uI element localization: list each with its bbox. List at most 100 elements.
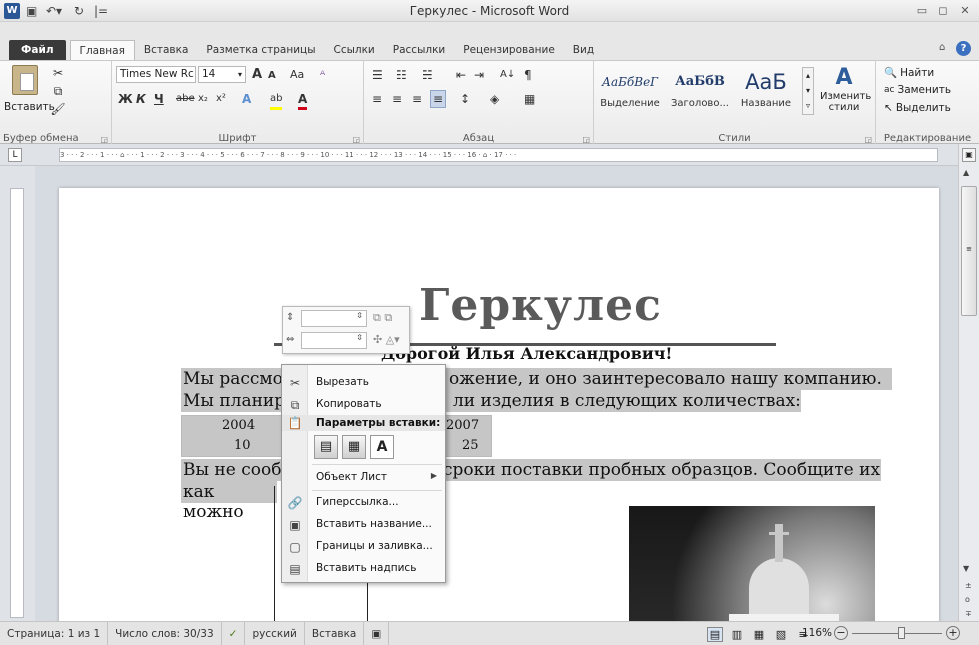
change-case-icon[interactable]: Aa xyxy=(290,67,304,83)
paragraph-launcher-icon[interactable]: ◲ xyxy=(582,135,590,144)
highlight-icon[interactable]: ab xyxy=(270,91,283,110)
full-screen-reading-icon[interactable]: ▥ xyxy=(729,628,745,641)
bold-icon[interactable]: Ж xyxy=(118,91,133,107)
row-height-input[interactable]: ⇳ xyxy=(301,310,367,327)
maximize-button[interactable]: ◻ xyxy=(934,3,952,18)
grow-font-icon[interactable]: A xyxy=(252,67,262,83)
change-styles-button[interactable]: A Изменить стили xyxy=(820,65,871,113)
paste-text-only-icon[interactable]: A xyxy=(370,435,394,459)
tab-mailings[interactable]: Рассылки xyxy=(384,40,454,60)
church-photo[interactable] xyxy=(629,506,875,621)
document-page[interactable]: Геркулес Дорогой Илья Александрович! Мы … xyxy=(59,188,939,621)
bullets-icon[interactable]: ☰ xyxy=(372,67,383,83)
select-button[interactable]: ↖ Выделить xyxy=(884,102,951,114)
justify-icon[interactable]: ≡ xyxy=(430,90,446,108)
menu-item-object[interactable]: Объект Лист ▶ xyxy=(282,467,445,489)
align-left-icon[interactable]: ≡ xyxy=(372,91,382,107)
word-count[interactable]: Число слов: 30/33 xyxy=(108,621,222,645)
web-layout-icon[interactable]: ▦ xyxy=(751,628,767,641)
superscript-icon[interactable]: x² xyxy=(216,91,226,107)
insert-mode[interactable]: Вставка xyxy=(305,621,365,645)
col-width-input[interactable]: ⇳ xyxy=(301,332,367,349)
style-title[interactable]: АаБ Название xyxy=(732,66,800,114)
minimize-button[interactable]: ▭ xyxy=(913,3,931,18)
help-icon[interactable]: ? xyxy=(956,41,971,56)
zoom-out-icon[interactable]: − xyxy=(834,626,848,640)
tab-references[interactable]: Ссылки xyxy=(324,40,383,60)
font-color-icon[interactable]: A xyxy=(298,91,308,110)
macro-record-icon[interactable]: ▣ xyxy=(364,621,390,645)
tab-insert[interactable]: Вставка xyxy=(135,40,198,60)
style-emphasis[interactable]: АаБбВеГ Выделение xyxy=(596,66,664,114)
paste-icon[interactable] xyxy=(12,65,38,95)
print-layout-icon[interactable]: ▤ xyxy=(707,626,723,642)
paste-keep-source-icon[interactable]: ▤ xyxy=(314,435,338,459)
font-size-box[interactable]: 14 ▾ xyxy=(198,66,246,83)
styles-scroll-icon[interactable]: ▴ ▾ ▿ xyxy=(802,67,814,115)
clear-formatting-icon[interactable]: ᴬ xyxy=(320,67,325,83)
decrease-indent-icon[interactable]: ⇤ xyxy=(456,67,466,83)
underline-icon[interactable]: Ч xyxy=(154,91,164,107)
language-indicator[interactable]: русский xyxy=(245,621,305,645)
tab-review[interactable]: Рецензирование xyxy=(454,40,564,60)
scroll-up-icon[interactable]: ▲ xyxy=(963,168,969,177)
numbering-icon[interactable]: ☷ xyxy=(396,67,407,83)
paste-button[interactable]: Вставить xyxy=(4,101,55,113)
menu-item-cut[interactable]: ✂ Вырезать xyxy=(282,372,445,394)
proofing-icon[interactable]: ✓ xyxy=(222,621,246,645)
zoom-level[interactable]: 116% xyxy=(802,627,832,639)
scroll-down-icon[interactable]: ▼ xyxy=(963,564,969,573)
ruler-toggle-icon[interactable]: ▣ xyxy=(962,148,976,162)
cut-icon[interactable]: ✂ xyxy=(50,65,66,81)
menu-item-copy[interactable]: ⧉ Копировать xyxy=(282,394,445,416)
selected-line-2[interactable]: Мы планир ли изделия в следующих количес… xyxy=(181,390,801,412)
font-launcher-icon[interactable]: ◲ xyxy=(352,135,360,144)
selected-line-4[interactable]: как можно xyxy=(181,481,277,522)
menu-item-hyperlink[interactable]: 🔗 Гиперссылка... xyxy=(282,492,445,514)
table-border-icon[interactable]: ✣ ◬▾ xyxy=(373,333,400,346)
subscript-icon[interactable]: x₂ xyxy=(198,91,208,107)
line-spacing-icon[interactable]: ↕ xyxy=(460,91,470,107)
insert-rows-icon[interactable]: ⧉ ⧉ xyxy=(373,311,392,325)
format-painter-icon[interactable]: 🖌 xyxy=(50,101,66,117)
scroll-thumb[interactable]: ≡ xyxy=(961,186,977,316)
vertical-ruler-scale[interactable] xyxy=(10,188,24,618)
zoom-in-icon[interactable]: + xyxy=(946,626,960,640)
styles-launcher-icon[interactable]: ◲ xyxy=(864,135,872,144)
outline-icon[interactable]: ▧ xyxy=(773,628,789,641)
page-counter[interactable]: Страница: 1 из 1 xyxy=(0,621,109,645)
align-center-icon[interactable]: ≡ xyxy=(392,91,402,107)
document-heading[interactable]: Геркулес xyxy=(419,280,662,331)
tab-page-layout[interactable]: Разметка страницы xyxy=(197,40,324,60)
text-effects-icon[interactable]: A xyxy=(242,91,251,107)
menu-item-insert-caption[interactable]: ▣ Вставить название... xyxy=(282,514,445,536)
style-heading[interactable]: АаБбВ Заголово... xyxy=(666,66,734,114)
collapse-ribbon-icon[interactable]: ⌂ xyxy=(939,42,945,53)
sort-icon[interactable]: A↓ xyxy=(500,67,515,83)
shading-icon[interactable]: ◈ xyxy=(490,91,499,107)
menu-item-borders[interactable]: ▢ Границы и заливка... xyxy=(282,536,445,558)
ruler-scale[interactable]: 3 · · · 2 · · · 1 · · · ⌂ · · · 1 · · · … xyxy=(59,148,938,162)
menu-item-insert-textbox[interactable]: ▤ Вставить надпись xyxy=(282,558,445,580)
replace-button[interactable]: ac Заменить xyxy=(884,84,951,96)
paste-merge-icon[interactable]: ▦ xyxy=(342,435,366,459)
browse-object-icon[interactable]: o xyxy=(965,595,970,604)
increase-indent-icon[interactable]: ⇥ xyxy=(474,67,484,83)
pilcrow-icon[interactable]: ¶ xyxy=(524,67,532,83)
find-button[interactable]: 🔍 Найти xyxy=(884,66,934,80)
document-salutation[interactable]: Дорогой Илья Александрович! xyxy=(381,344,672,363)
font-name-box[interactable]: Times New Rc xyxy=(116,66,196,83)
prev-page-icon[interactable]: ± xyxy=(965,581,972,590)
clipboard-launcher-icon[interactable]: ◲ xyxy=(100,135,108,144)
zoom-slider-thumb[interactable] xyxy=(898,627,905,639)
tab-file[interactable]: Файл xyxy=(9,40,66,60)
strikethrough-icon[interactable]: abe xyxy=(176,91,195,107)
close-button[interactable]: ✕ xyxy=(956,3,974,18)
tab-selector-icon[interactable]: L xyxy=(8,148,22,162)
multilevel-list-icon[interactable]: ☵ xyxy=(422,67,433,83)
zoom-slider-track[interactable] xyxy=(852,633,942,634)
align-right-icon[interactable]: ≡ xyxy=(412,91,422,107)
borders-icon[interactable]: ▦ xyxy=(524,91,535,107)
copy-icon[interactable]: ⧉ xyxy=(50,83,66,99)
shrink-font-icon[interactable]: A xyxy=(268,68,276,84)
